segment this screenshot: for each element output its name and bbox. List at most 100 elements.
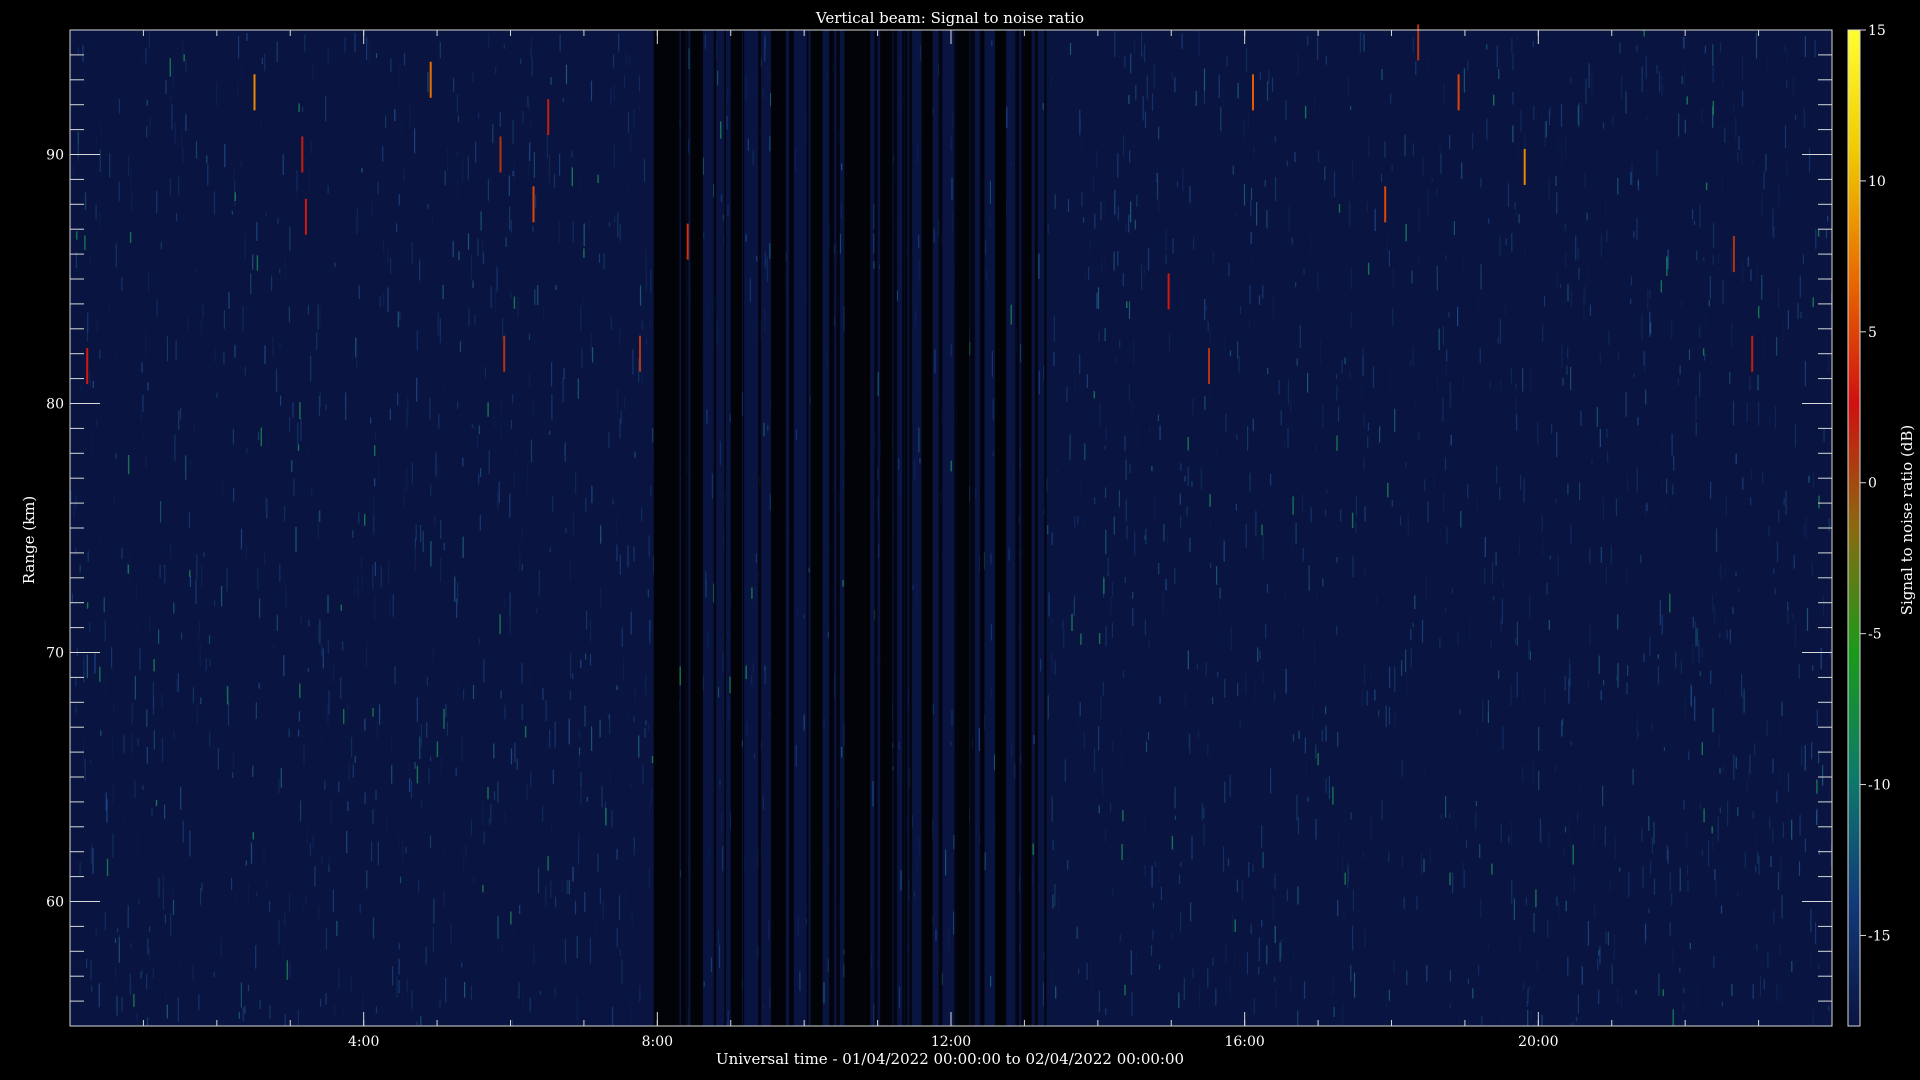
noise-streak xyxy=(1443,82,1445,105)
noise-streak xyxy=(570,653,572,679)
noise-streak xyxy=(1730,247,1732,273)
noise-streak xyxy=(1207,968,1209,988)
data-gap xyxy=(997,30,1001,1026)
noise-streak xyxy=(630,611,632,635)
data-gap xyxy=(1015,30,1020,1026)
noise-streak xyxy=(1778,510,1780,523)
noise-streak xyxy=(1336,384,1338,401)
noise-streak xyxy=(1117,251,1119,266)
noise-streak xyxy=(550,880,552,898)
noise-streak xyxy=(1613,934,1615,961)
noise-streak xyxy=(387,287,389,312)
noise-streak xyxy=(1253,998,1255,1015)
noise-streak xyxy=(75,495,77,509)
noise-streak xyxy=(1445,255,1447,260)
noise-streak xyxy=(1673,455,1675,471)
noise-streak xyxy=(1791,961,1793,972)
noise-streak xyxy=(474,314,476,325)
noise-streak xyxy=(1787,310,1789,330)
noise-streak xyxy=(158,877,160,898)
noise-streak xyxy=(1042,103,1044,110)
noise-streak xyxy=(767,425,769,431)
noise-streak xyxy=(1261,919,1263,928)
noise-streak xyxy=(1517,142,1519,156)
noise-streak xyxy=(1580,411,1582,426)
noise-streak xyxy=(1105,626,1107,647)
noise-streak xyxy=(1147,732,1150,740)
noise-streak xyxy=(1510,684,1512,706)
noise-streak xyxy=(619,949,621,956)
noise-streak xyxy=(1732,607,1734,615)
noise-streak xyxy=(100,531,102,543)
noise-streak xyxy=(1567,347,1569,359)
noise-streak xyxy=(1341,359,1343,374)
noise-streak xyxy=(1174,568,1176,584)
noise-streak xyxy=(113,493,115,507)
noise-streak xyxy=(1181,33,1183,49)
noise-streak xyxy=(1126,525,1128,540)
noise-streak xyxy=(614,216,616,223)
noise-streak xyxy=(1359,32,1361,53)
noise-streak xyxy=(1768,526,1770,536)
noise-streak xyxy=(440,757,442,776)
noise-streak xyxy=(1556,432,1558,458)
noise-streak xyxy=(1187,467,1189,486)
noise-streak xyxy=(459,341,461,353)
noise-streak xyxy=(1794,423,1796,448)
noise-streak xyxy=(975,487,977,499)
noise-streak xyxy=(1636,217,1638,241)
noise-streak xyxy=(503,703,505,718)
noise-streak xyxy=(877,497,879,522)
noise-streak xyxy=(1555,176,1557,186)
y-tick-label: 90 xyxy=(46,148,64,164)
noise-streak xyxy=(1516,414,1518,431)
noise-streak xyxy=(1401,760,1403,778)
noise-streak xyxy=(326,703,328,725)
noise-streak xyxy=(1683,800,1685,810)
noise-streak xyxy=(1296,358,1298,366)
noise-streak xyxy=(1311,706,1313,720)
noise-streak xyxy=(159,565,161,578)
noise-streak xyxy=(1776,336,1778,356)
noise-streak xyxy=(431,213,433,224)
noise-streak xyxy=(454,576,456,602)
noise-streak xyxy=(234,192,236,201)
noise-streak xyxy=(652,428,654,443)
noise-streak xyxy=(1317,753,1319,766)
noise-streak xyxy=(937,550,939,558)
noise-streak xyxy=(1297,886,1299,905)
noise-streak xyxy=(1679,365,1681,375)
noise-streak xyxy=(327,185,329,194)
noise-streak xyxy=(1132,608,1134,626)
noise-streak xyxy=(1792,614,1794,620)
noise-streak xyxy=(530,121,532,130)
noise-streak xyxy=(1121,843,1123,861)
noise-streak xyxy=(1558,903,1560,919)
noise-streak xyxy=(532,226,534,233)
noise-streak xyxy=(745,234,747,242)
noise-streak xyxy=(1431,177,1433,183)
noise-streak xyxy=(529,673,531,689)
noise-streak xyxy=(511,1019,513,1026)
noise-streak xyxy=(1258,295,1261,305)
noise-streak xyxy=(1774,405,1776,429)
noise-streak xyxy=(131,703,133,725)
noise-streak xyxy=(463,689,465,700)
noise-streak xyxy=(1174,787,1176,809)
noise-streak xyxy=(250,273,252,294)
noise-streak xyxy=(1555,498,1557,504)
noise-streak xyxy=(114,963,117,981)
noise-streak xyxy=(1611,964,1613,985)
noise-streak xyxy=(279,564,281,582)
noise-streak xyxy=(347,702,349,721)
noise-streak xyxy=(1245,524,1247,548)
noise-streak xyxy=(1328,776,1330,800)
noise-streak xyxy=(513,162,515,182)
noise-streak xyxy=(1205,661,1207,676)
noise-streak xyxy=(1472,988,1474,999)
noise-streak xyxy=(192,687,194,704)
noise-streak xyxy=(1820,648,1822,670)
noise-streak xyxy=(106,858,109,877)
noise-streak xyxy=(990,688,992,698)
snr-heatmap-chart: Vertical beam: Signal to noise ratio 4:0… xyxy=(20,9,1916,1068)
